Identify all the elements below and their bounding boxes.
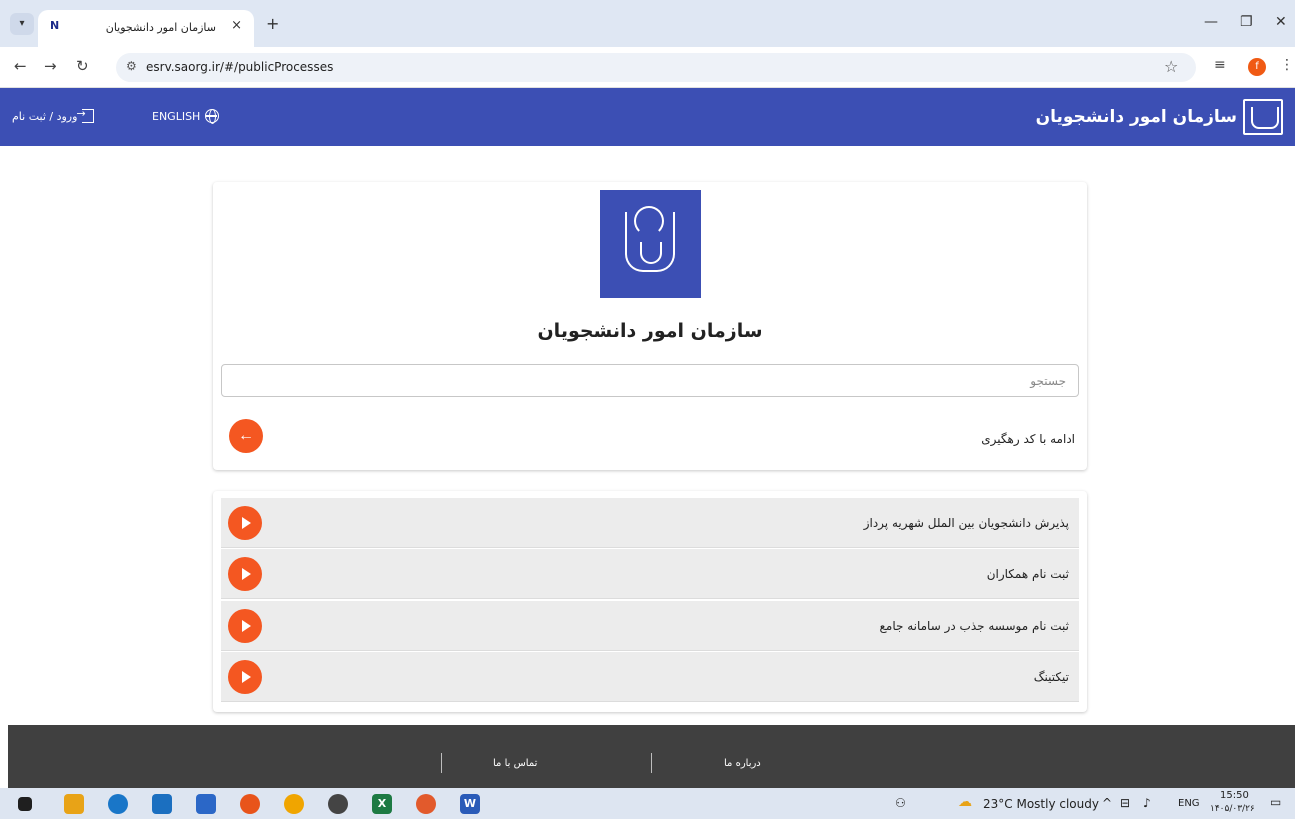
app-icon[interactable]	[240, 794, 260, 814]
process-item[interactable]: ثبت نام موسسه جذب در سامانه جامع	[221, 601, 1079, 651]
service-card: سازمان امور دانشجویان ادامه با کد رهگیری…	[213, 182, 1087, 470]
network-icon[interactable]: ⊟	[1120, 796, 1130, 810]
back-arrow-icon[interactable]: ←	[14, 57, 27, 75]
people-icon[interactable]: ⚇	[895, 796, 906, 810]
close-window-icon[interactable]: ✕	[1275, 14, 1287, 30]
tab-title: سازمان امور دانشجویان	[105, 21, 216, 34]
profile-avatar[interactable]: f	[1248, 58, 1266, 76]
site-favicon-icon: N	[50, 19, 60, 32]
chrome-icon[interactable]	[284, 794, 304, 814]
restore-icon[interactable]: ❐	[1240, 14, 1253, 30]
process-label: پذیرش دانشجویان بین الملل شهریه پرداز	[863, 516, 1069, 530]
process-label: ثبت نام موسسه جذب در سامانه جامع	[879, 619, 1070, 633]
tab-search-button[interactable]: ▾	[10, 13, 34, 35]
search-input[interactable]	[221, 364, 1079, 397]
excel-icon[interactable]: X	[372, 794, 392, 814]
edge-browser-icon[interactable]	[108, 794, 128, 814]
chrome-profile-icon[interactable]	[416, 794, 436, 814]
login-icon	[76, 107, 95, 123]
language-label: ENGLISH	[152, 109, 201, 123]
mail-icon[interactable]	[152, 794, 172, 814]
browser-tab-strip: ▾ N سازمان امور دانشجویان × + — ❐ ✕	[0, 0, 1295, 47]
organization-logo-icon	[1243, 99, 1283, 135]
site-brand[interactable]: سازمان امور دانشجویان	[1036, 96, 1283, 138]
url-text: esrv.saorg.ir/#/publicProcesses	[146, 60, 334, 74]
contact-us-link[interactable]: تماس با ما	[493, 758, 537, 769]
language-switch-link[interactable]: ENGLISH	[152, 109, 220, 124]
store-icon[interactable]	[196, 794, 216, 814]
notification-icon[interactable]: ▭	[1270, 795, 1281, 809]
word-icon[interactable]: W	[460, 794, 480, 814]
process-label: تیکتینگ	[1033, 670, 1069, 684]
site-footer: تماس با ما درباره ما	[8, 725, 1295, 788]
site-info-icon[interactable]: ⚙	[126, 59, 137, 73]
address-bar[interactable]: ⚙ esrv.saorg.ir/#/publicProcesses ☆	[116, 53, 1196, 82]
forward-arrow-icon[interactable]: →	[44, 57, 57, 75]
about-us-link[interactable]: درباره ما	[724, 758, 761, 769]
clock-date: ۱۴۰۵/۰۳/۲۶	[1210, 804, 1255, 814]
volume-icon[interactable]: ♪	[1143, 796, 1151, 810]
play-button[interactable]	[228, 506, 262, 540]
footer-divider	[651, 753, 652, 773]
start-menu-icon[interactable]	[18, 797, 32, 811]
browser-tab[interactable]: N سازمان امور دانشجویان ×	[38, 10, 254, 47]
weather-icon: ☁	[958, 794, 972, 810]
windows-taskbar: X W ⚇ ☁ 23°C Mostly cloudy ^ ⊟ ♪ ENG 15:…	[0, 788, 1295, 819]
process-item[interactable]: ثبت نام همکاران	[221, 549, 1079, 599]
play-button[interactable]	[228, 557, 262, 591]
tracking-code-label: ادامه با کد رهگیری	[981, 432, 1075, 446]
weather-text[interactable]: 23°C Mostly cloudy	[983, 797, 1099, 811]
card-title: سازمان امور دانشجویان	[537, 320, 763, 342]
tracking-code-button[interactable]: ←	[229, 419, 263, 453]
app-icon[interactable]	[328, 794, 348, 814]
login-label: ورود / ثبت نام	[12, 109, 78, 123]
globe-icon	[205, 109, 220, 124]
tray-chevron-icon[interactable]: ^	[1102, 796, 1112, 810]
clock-time: 15:50	[1220, 790, 1249, 801]
process-list: پذیرش دانشجویان بین الملل شهریه پرداز ثب…	[213, 491, 1087, 712]
bookmark-star-icon[interactable]: ☆	[1164, 57, 1178, 76]
reload-icon[interactable]: ↻	[76, 57, 89, 75]
input-language[interactable]: ENG	[1178, 798, 1200, 809]
site-header: سازمان امور دانشجویان ENGLISH ورود / ثبت…	[0, 88, 1295, 146]
footer-divider	[441, 753, 442, 773]
login-register-link[interactable]: ورود / ثبت نام	[12, 107, 95, 123]
brand-title: سازمان امور دانشجویان	[1035, 107, 1237, 127]
browser-toolbar: ← → ↻ ⚙ esrv.saorg.ir/#/publicProcesses …	[0, 47, 1295, 88]
process-item[interactable]: پذیرش دانشجویان بین الملل شهریه پرداز	[221, 498, 1079, 548]
card-logo-icon	[600, 190, 701, 298]
process-label: ثبت نام همکاران	[986, 567, 1069, 581]
play-button[interactable]	[228, 609, 262, 643]
new-tab-button[interactable]: +	[266, 14, 279, 33]
reading-list-icon[interactable]: ≡	[1214, 57, 1226, 73]
process-item[interactable]: تیکتینگ	[221, 652, 1079, 702]
file-explorer-icon[interactable]	[64, 794, 84, 814]
browser-menu-icon[interactable]: ⋮	[1280, 57, 1294, 73]
tab-close-icon[interactable]: ×	[231, 18, 242, 33]
minimize-icon[interactable]: —	[1204, 14, 1218, 30]
play-button[interactable]	[228, 660, 262, 694]
